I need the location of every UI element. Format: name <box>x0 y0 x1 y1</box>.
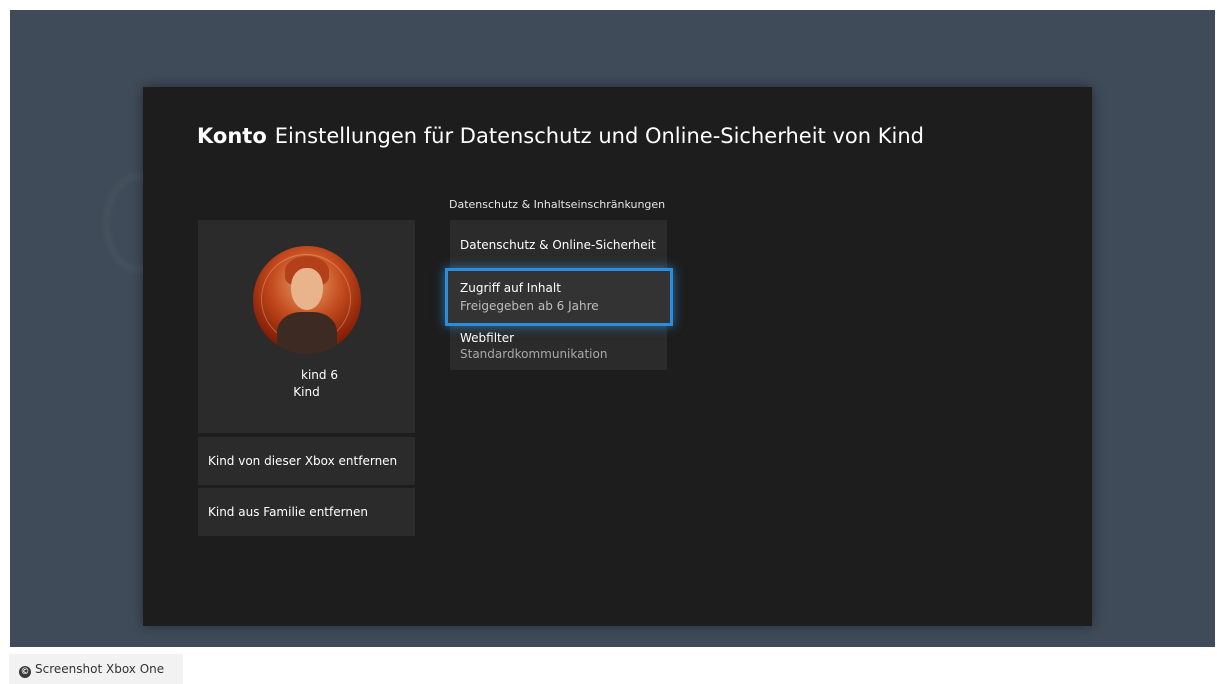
gamertag: kind 6 <box>301 368 338 382</box>
menu-item-label: Webfilter <box>460 331 515 345</box>
remove-from-family-button[interactable]: Kind aus Familie entfernen <box>198 488 415 536</box>
avatar-body <box>277 312 337 354</box>
caption-text: Screenshot Xbox One <box>35 662 165 676</box>
profile-card[interactable]: kind 6 Kind <box>198 220 415 433</box>
settings-dialog: Konto Einstellungen für Datenschutz und O… <box>143 87 1092 626</box>
screenshot-caption: © Screenshot Xbox One <box>9 654 183 684</box>
menu-item-label: Zugriff auf Inhalt <box>460 281 561 295</box>
menu-item-privacy-online-safety[interactable]: Datenschutz & Online-Sicherheit <box>450 238 667 252</box>
menu-item-sublabel: Standardkommunikation <box>460 347 608 361</box>
menu-item-label: Datenschutz & Online-Sicherheit <box>460 238 656 252</box>
title-text: Einstellungen für Datenschutz und Online… <box>274 124 924 148</box>
menu-item-sublabel: Freigegeben ab 6 Jahre <box>460 299 599 313</box>
avatar-face <box>291 268 323 310</box>
background-backdrop: Konto Einstellungen für Datenschutz und O… <box>10 10 1215 647</box>
copyright-icon: © <box>19 666 31 678</box>
title-bold: Konto <box>197 124 267 148</box>
profile-role: Kind <box>293 385 320 399</box>
menu-item-webfilter[interactable]: Webfilter Standardkommunikation <box>450 331 667 361</box>
profile-info: kind 6 Kind <box>198 368 415 399</box>
menu-item-content-access[interactable]: Zugriff auf Inhalt Freigegeben ab 6 Jahr… <box>445 268 673 326</box>
avatar <box>253 246 361 354</box>
page-title: Konto Einstellungen für Datenschutz und O… <box>197 124 924 148</box>
remove-from-xbox-button[interactable]: Kind von dieser Xbox entfernen <box>198 437 415 485</box>
section-heading: Datenschutz & Inhaltseinschränkungen <box>449 198 666 211</box>
